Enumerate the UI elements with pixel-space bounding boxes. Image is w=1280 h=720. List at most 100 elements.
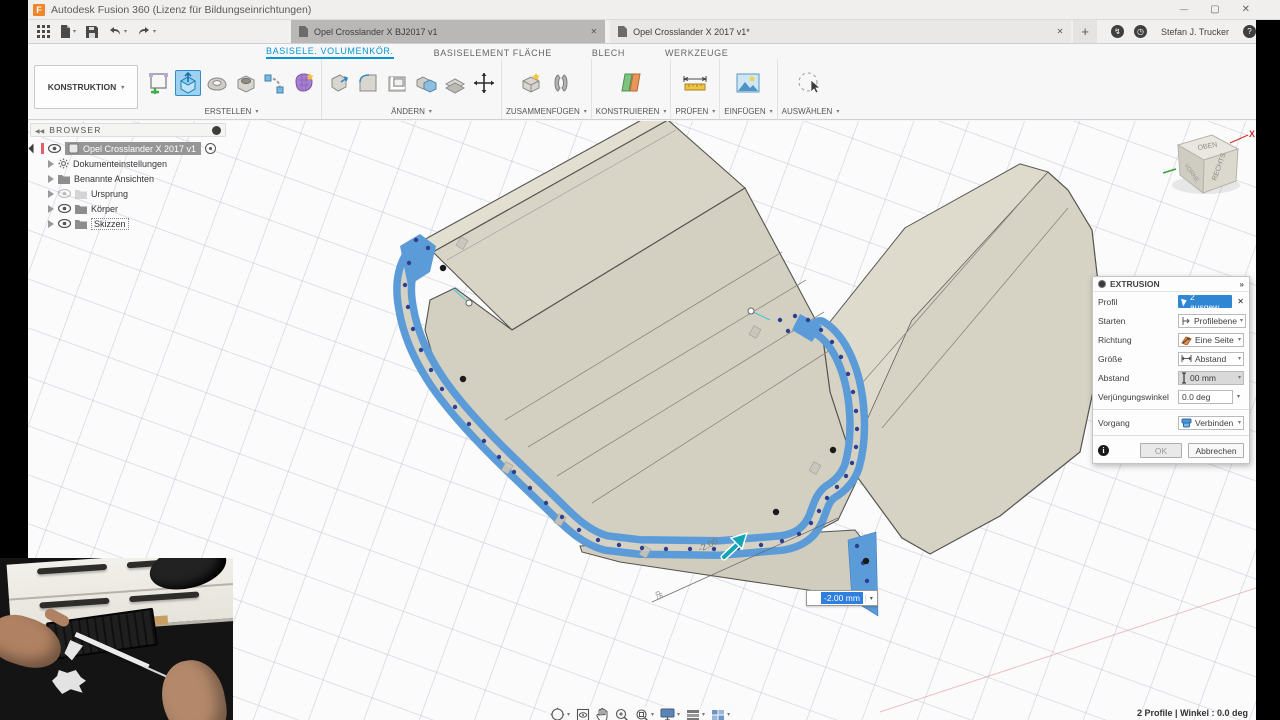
profile-selection-chip[interactable]: 2 ausgew... (1178, 295, 1232, 308)
extrusion-dialog[interactable]: EXTRUSION Profil 2 ausgew... Starten Pro… (1092, 276, 1250, 464)
form-icon[interactable] (291, 70, 317, 96)
new-tab-button[interactable] (1073, 20, 1097, 43)
start-dropdown[interactable]: Profilebene (1178, 314, 1246, 328)
ribbon-tab-surface[interactable]: BASISELEMENT FLÄCHE (434, 48, 552, 59)
cancel-button[interactable]: Abbrechen (1188, 443, 1244, 458)
dialog-header[interactable]: EXTRUSION (1093, 277, 1249, 292)
visibility-eye-icon[interactable] (48, 144, 61, 153)
tree-item-benannte-ansichten[interactable]: Benannte Ansichten (30, 171, 226, 186)
close-tab-icon[interactable] (1057, 27, 1064, 36)
direction-dropdown[interactable]: Eine Seite (1178, 333, 1244, 347)
group-label-zusammenfuegen[interactable]: ZUSAMMENFÜGEN (506, 105, 587, 119)
layout-grid-icon[interactable] (686, 709, 705, 720)
visibility-eye-icon[interactable] (58, 204, 71, 213)
joint-icon[interactable] (548, 70, 574, 96)
help-icon[interactable]: ? (1243, 25, 1256, 38)
viewports-icon[interactable] (711, 709, 730, 720)
extent-dropdown[interactable]: Abstand (1178, 352, 1244, 366)
clear-selection-icon[interactable] (1237, 297, 1244, 306)
redo-icon[interactable] (134, 26, 159, 37)
group-label-auswaehlen[interactable]: AUSWÄHLEN (782, 105, 840, 119)
user-account-button[interactable]: Stefan J. Trucker (1161, 27, 1229, 37)
extrude-icon[interactable] (175, 70, 201, 96)
group-einfuegen: EINFÜGEN (720, 59, 777, 119)
tree-root-row[interactable]: Opel Crosslander X 2017 v1 (30, 141, 226, 156)
ribbon-tab-tools[interactable]: WERKZEUGE (665, 48, 728, 59)
group-label-einfuegen[interactable]: EINFÜGEN (724, 105, 772, 119)
tree-item-skizzen[interactable]: Skizzen (30, 216, 226, 231)
construction-dropdown-button[interactable]: KONSTRUKTION (34, 65, 138, 109)
orbit-icon[interactable] (550, 707, 570, 720)
group-label-aendern[interactable]: ÄNDERN (391, 105, 432, 119)
document-tab-active[interactable]: Opel Crosslander X 2017 v1* (610, 20, 1071, 43)
tree-item-koerper[interactable]: Körper (30, 201, 226, 216)
browser-header[interactable]: BROWSER (30, 123, 226, 137)
distance-input[interactable]: 00 mm (1178, 371, 1244, 385)
dropdown-caret-icon[interactable] (865, 595, 877, 602)
combine-icon[interactable] (413, 70, 439, 96)
pan-icon[interactable] (596, 708, 609, 720)
save-icon[interactable] (83, 26, 101, 38)
close-window-button[interactable] (1242, 0, 1250, 20)
notification-clock-icon[interactable]: ◷ (1134, 25, 1147, 38)
browser-title: BROWSER (49, 125, 101, 135)
shell-icon[interactable] (384, 70, 410, 96)
file-menu-icon[interactable] (57, 25, 79, 38)
look-at-icon[interactable] (576, 708, 590, 720)
origin-axis-line (880, 588, 1256, 712)
view-cube[interactable]: X OBEN RECHTS VORNE (1160, 123, 1256, 203)
expander-icon[interactable] (48, 190, 54, 198)
browser-options-icon[interactable] (212, 126, 221, 135)
revolve-icon[interactable] (204, 70, 230, 96)
expand-dialog-icon[interactable] (1240, 280, 1244, 289)
close-tab-icon[interactable] (590, 27, 597, 36)
maximize-button[interactable] (1210, 0, 1219, 20)
expander-icon[interactable] (48, 205, 54, 213)
construct-plane-icon[interactable] (618, 70, 644, 96)
visibility-eye-icon[interactable] (58, 219, 71, 228)
visibility-eye-icon[interactable] (58, 189, 71, 198)
job-status-icon[interactable]: ↯ (1111, 25, 1124, 38)
root-component-chip[interactable]: Opel Crosslander X 2017 v1 (65, 142, 201, 155)
caret-icon (584, 108, 587, 115)
zoom-icon[interactable] (615, 708, 629, 720)
fillet-icon[interactable] (355, 70, 381, 96)
operation-dropdown[interactable]: Verbinden (1178, 416, 1244, 430)
offset-face-icon[interactable] (442, 70, 468, 96)
new-component-icon[interactable] (519, 70, 545, 96)
select-icon[interactable] (797, 70, 823, 96)
tree-item-ursprung[interactable]: Ursprung (30, 186, 226, 201)
collapse-browser-icon[interactable] (35, 125, 49, 135)
group-label-pruefen[interactable]: PRÜFEN (675, 105, 715, 119)
group-label-konstruieren[interactable]: KONSTRUIEREN (596, 105, 667, 119)
expander-icon[interactable] (29, 144, 39, 154)
extrude-distance-floating-input[interactable]: -2.00 mm (806, 590, 878, 606)
move-icon[interactable] (471, 70, 497, 96)
minimize-button[interactable] (1180, 0, 1188, 20)
expander-icon[interactable] (48, 160, 54, 168)
group-label-erstellen[interactable]: ERSTELLEN (205, 105, 259, 119)
create-sketch-icon[interactable] (146, 70, 172, 96)
press-pull-icon[interactable] (326, 70, 352, 96)
document-tab[interactable]: Opel Crosslander X BJ2017 v1 (291, 20, 605, 43)
ribbon-tab-sheetmetal[interactable]: BLECH (592, 48, 625, 59)
info-icon[interactable]: i (1098, 445, 1109, 456)
pipe-icon[interactable] (262, 70, 288, 96)
hole-icon[interactable] (233, 70, 259, 96)
display-settings-icon[interactable] (660, 708, 680, 720)
fit-icon[interactable] (635, 708, 654, 720)
undo-icon[interactable] (105, 26, 130, 37)
taper-angle-input[interactable]: 0.0 deg (1178, 390, 1233, 404)
expander-icon[interactable] (48, 175, 54, 183)
tree-item-dokumenteinstellungen[interactable]: Dokumenteinstellungen (30, 156, 226, 171)
measure-icon[interactable] (682, 70, 708, 96)
activate-component-radio[interactable] (205, 143, 216, 154)
expander-icon[interactable] (48, 220, 54, 228)
floating-input-value[interactable]: -2.00 mm (821, 592, 863, 604)
ribbon-tab-solid[interactable]: BASISELE. VOLUMENKÖR. (266, 46, 394, 59)
insert-image-icon[interactable] (735, 70, 761, 96)
dropdown-caret-icon[interactable] (1233, 393, 1244, 400)
folder-icon (75, 189, 87, 199)
ok-button[interactable]: OK (1140, 443, 1182, 458)
app-grid-icon[interactable] (34, 25, 53, 38)
